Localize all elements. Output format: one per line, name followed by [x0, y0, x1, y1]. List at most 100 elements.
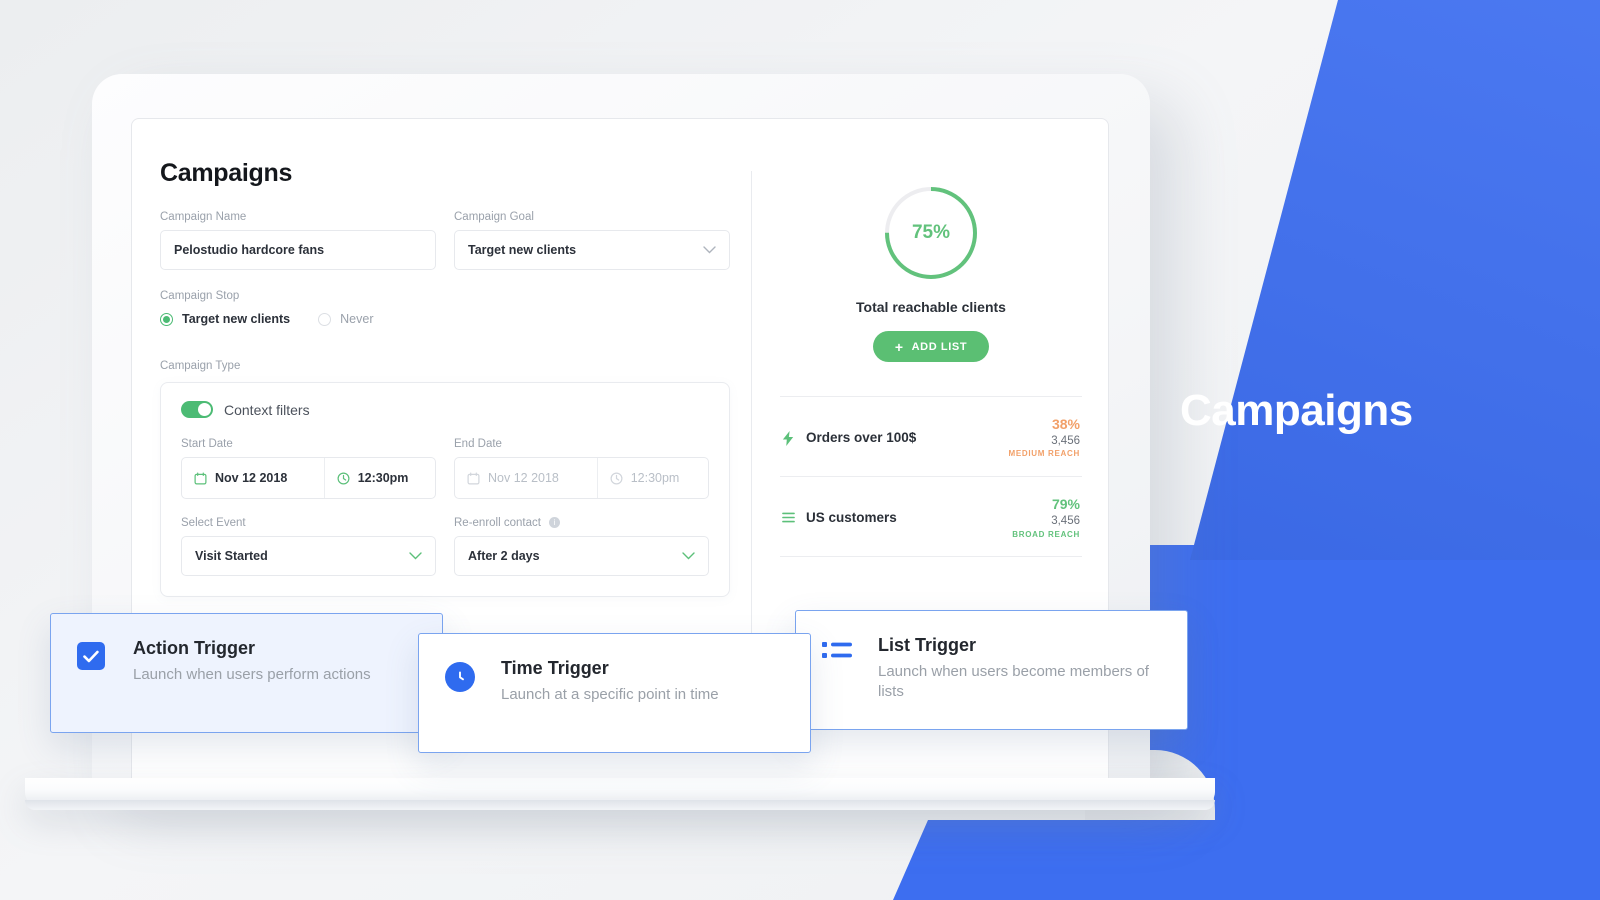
list-icon[interactable] [822, 642, 852, 667]
campaign-name-value: Pelostudio hardcore fans [174, 243, 325, 257]
campaign-goal-label: Campaign Goal [454, 211, 534, 223]
donut-chart: 75% [780, 183, 1082, 283]
total-reachable-label: Total reachable clients [856, 299, 1006, 315]
trigger-card-title: Action Trigger [133, 638, 256, 658]
campaign-form: Campaign Name Pelostudio hardcore fans C… [160, 211, 730, 597]
select-event-value: Visit Started [195, 549, 268, 563]
campaign-name-input[interactable]: Pelostudio hardcore fans [160, 230, 436, 270]
context-filters-toggle[interactable] [181, 401, 213, 418]
select-event-select[interactable]: Visit Started [181, 536, 436, 576]
hero-headline: Campaigns [1180, 386, 1413, 435]
reenroll-contact-field: Re-enroll contact i After 2 days [454, 517, 709, 576]
add-list-label: ADD LIST [911, 340, 968, 353]
end-date-inputs: Nov 12 2018 12:30pm [454, 457, 709, 499]
campaign-goal-field: Campaign Goal Target new clients [454, 211, 730, 270]
campaign-goal-value: Target new clients [468, 243, 577, 257]
context-filters-label: Context filters [224, 401, 310, 418]
calendar-icon [194, 472, 207, 485]
radio-label-target-new-clients: Target new clients [182, 312, 291, 326]
radio-dot-icon [318, 312, 332, 326]
trigger-card-text: List Trigger Launch when users become me… [878, 635, 1161, 702]
checkbox-checked-icon[interactable] [77, 642, 105, 670]
radio-dot-selected-icon [160, 312, 173, 326]
start-time-input[interactable]: 12:30pm [323, 458, 435, 498]
end-date-placeholder: Nov 12 2018 [488, 471, 559, 485]
add-list-wrap: + ADD LIST [780, 331, 1082, 362]
blue-shape-right [1200, 545, 1600, 845]
clock-icon[interactable] [445, 662, 475, 692]
start-date-label: Start Date [181, 438, 233, 450]
trigger-card-time[interactable]: Time Trigger Launch at a specific point … [418, 633, 811, 753]
reenroll-contact-value: After 2 days [468, 549, 540, 563]
list-lines-icon [782, 511, 795, 524]
reach-row-left: Orders over 100$ [782, 430, 917, 447]
status-badge: MEDIUM REACH [1008, 449, 1080, 459]
campaign-type-card: Context filters Start Date Nov 12 2018 1… [160, 382, 730, 597]
trigger-card-text: Action Trigger Launch when users perform… [133, 638, 371, 685]
end-time-input[interactable]: 12:30pm [596, 458, 708, 498]
reach-row-count: 3,456 [1051, 515, 1080, 528]
context-filters-row[interactable]: Context filters [181, 401, 709, 418]
start-date-value: Nov 12 2018 [215, 471, 288, 485]
donut-percent-label: 75% [911, 222, 951, 243]
clock-icon [337, 472, 350, 485]
trigger-card-text: Time Trigger Launch at a specific point … [501, 658, 719, 705]
reenroll-contact-select[interactable]: After 2 days [454, 536, 709, 576]
date-row: Start Date Nov 12 2018 12:30pm End Date … [181, 438, 709, 499]
reach-row-right: 38% 3,456 MEDIUM REACH [1008, 415, 1080, 460]
select-event-label: Select Event [181, 517, 246, 529]
trigger-card-icon-wrap [822, 635, 856, 668]
trigger-card-title: List Trigger [878, 635, 977, 655]
end-date-input[interactable]: Nov 12 2018 [455, 458, 597, 498]
trigger-card-description: Launch when users become members of list… [878, 663, 1149, 700]
status-badge: BROAD REACH [1012, 529, 1080, 539]
campaign-stop-label: Campaign Stop [160, 290, 240, 302]
reach-row-name: US customers [806, 510, 897, 526]
reach-row-right: 79% 3,456 BROAD REACH [1012, 495, 1080, 540]
clock-icon [610, 472, 623, 485]
name-goal-row: Campaign Name Pelostudio hardcore fans C… [160, 211, 730, 270]
reach-row-percent: 38% [1051, 416, 1080, 432]
trigger-card-description: Launch when users perform actions [133, 666, 371, 683]
calendar-icon [467, 472, 480, 485]
select-event-field: Select Event Visit Started [181, 517, 436, 576]
reenroll-contact-label: Re-enroll contact i [454, 517, 709, 529]
trigger-card-description: Launch at a specific point in time [501, 686, 719, 703]
end-date-field: End Date Nov 12 2018 12:30pm [454, 438, 709, 499]
radio-never[interactable]: Never [318, 312, 373, 326]
info-icon[interactable]: i [549, 517, 561, 529]
bolt-icon [782, 431, 795, 447]
trigger-card-list[interactable]: List Trigger Launch when users become me… [795, 610, 1188, 730]
trigger-card-icon-wrap [445, 658, 479, 692]
campaign-name-field: Campaign Name Pelostudio hardcore fans [160, 211, 436, 270]
end-date-label: End Date [454, 438, 502, 450]
add-list-button[interactable]: + ADD LIST [872, 331, 990, 362]
reach-row-name: Orders over 100$ [806, 430, 917, 446]
chevron-down-icon [409, 549, 422, 563]
reach-row-percent: 79% [1051, 496, 1080, 513]
laptop-base-lip [25, 800, 1215, 810]
campaign-name-label: Campaign Name [160, 211, 247, 223]
plus-icon: + [894, 338, 904, 355]
donut-graphic: 75% [881, 183, 981, 283]
chevron-down-icon [682, 549, 695, 563]
list-item[interactable]: Orders over 100$ 38% 3,456 MEDIUM REACH [780, 396, 1082, 476]
trigger-card-title: Time Trigger [501, 658, 609, 678]
start-date-field: Start Date Nov 12 2018 12:30pm [181, 438, 436, 499]
event-reenroll-row: Select Event Visit Started Re-enroll con… [181, 517, 709, 576]
list-item[interactable]: US customers 79% 3,456 BROAD REACH [780, 476, 1082, 558]
radio-label-never: Never [340, 312, 374, 326]
start-date-input[interactable]: Nov 12 2018 [182, 458, 324, 498]
reach-row-left: US customers [782, 510, 897, 525]
campaign-stop-field: Campaign Stop Target new clients Never [160, 290, 730, 326]
campaign-stop-radios: Target new clients Never [160, 312, 730, 326]
radio-target-new-clients[interactable]: Target new clients [160, 312, 290, 326]
campaign-goal-select[interactable]: Target new clients [454, 230, 730, 270]
trigger-card-action[interactable]: Action Trigger Launch when users perform… [50, 613, 443, 733]
trigger-card-icon-wrap [77, 638, 111, 670]
chevron-down-icon [703, 243, 716, 257]
campaign-type-label: Campaign Type [160, 360, 241, 372]
end-time-placeholder: 12:30pm [630, 471, 680, 485]
start-date-inputs: Nov 12 2018 12:30pm [181, 457, 436, 499]
reach-list: Orders over 100$ 38% 3,456 MEDIUM REACH … [780, 396, 1082, 558]
